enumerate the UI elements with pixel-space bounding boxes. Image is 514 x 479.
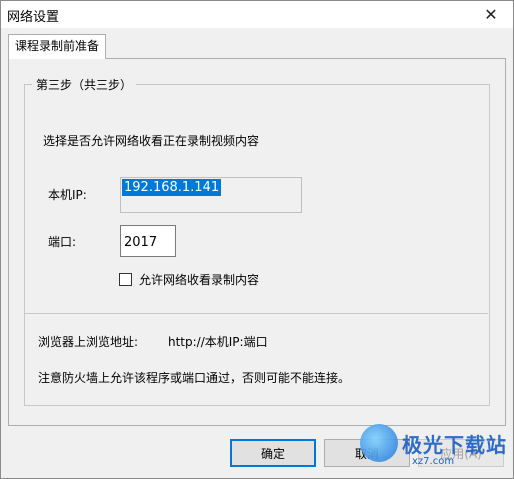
allow-network-checkbox[interactable] (119, 273, 132, 286)
ip-label: 本机IP: (48, 188, 87, 202)
description-text: 选择是否允许网络收看正在录制视频内容 (43, 134, 260, 148)
port-input[interactable] (120, 225, 176, 257)
ok-button[interactable]: 确定 (230, 439, 316, 467)
window-title: 网络设置 (7, 10, 60, 25)
close-icon[interactable]: ✕ (469, 1, 513, 28)
tab-course-prep[interactable]: 课程录制前准备 (8, 34, 107, 59)
watermark-logo-icon (360, 424, 398, 462)
separator (24, 313, 488, 314)
title-bar: 网络设置 ✕ (1, 1, 513, 28)
browse-address-label: 浏览器上浏览地址: (38, 335, 139, 349)
firewall-note: 注意防火墙上允许该程序或端口通过，否则可能不能连接。 (38, 371, 351, 385)
watermark-brand: 极光下载站 (402, 432, 507, 457)
ip-value[interactable]: 192.168.1.141 (122, 179, 222, 196)
allow-network-checkbox-row[interactable]: 允许网络收看录制内容 (119, 271, 259, 288)
watermark-domain: xz7.com (412, 456, 455, 467)
groupbox-legend: 第三步（共三步） (32, 76, 137, 93)
port-label: 端口: (48, 235, 77, 249)
browse-address-url: http://本机IP:端口 (168, 335, 268, 349)
allow-network-label[interactable]: 允许网络收看录制内容 (139, 271, 259, 288)
